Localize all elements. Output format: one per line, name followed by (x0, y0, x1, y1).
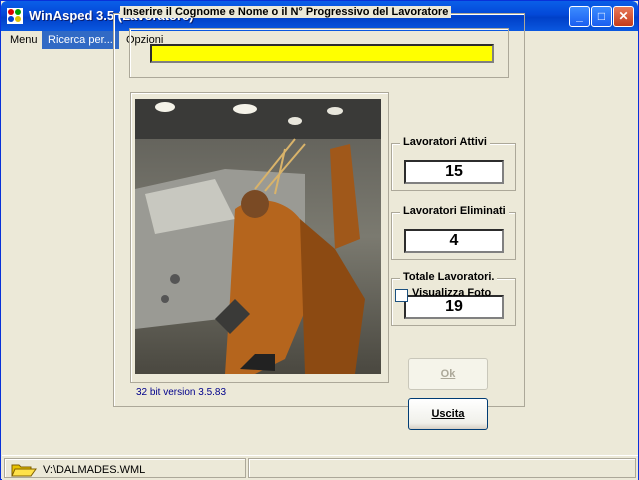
show-photo-checkbox[interactable] (395, 289, 408, 302)
show-photo-label[interactable]: Visualizza Foto (412, 287, 491, 299)
active-workers-label: Lavoratori Attivi (400, 136, 490, 148)
active-workers-value: 15 (404, 160, 504, 184)
total-workers-label: Totale Lavoratori. (400, 271, 498, 283)
minimize-icon: _ (576, 9, 583, 23)
maximize-icon: □ (597, 9, 606, 23)
exit-button[interactable]: Uscita (408, 398, 488, 430)
search-group-label: Inserire il Cognome e Nome o il N° Progr… (120, 6, 452, 18)
status-bar: V:\DALMADES.WML (2, 456, 638, 480)
close-icon: ✕ (618, 9, 629, 23)
ok-button[interactable]: Ok (408, 358, 488, 390)
menu-item-menu[interactable]: Menu (4, 31, 44, 49)
version-label: 32 bit version 3.5.83 (136, 387, 227, 398)
deleted-workers-value: 4 (404, 229, 504, 253)
total-workers-group: Totale Lavoratori. 19 (391, 271, 516, 326)
search-input[interactable] (150, 44, 494, 63)
app-window: WinAsped 3.5 (Lavoratore) _ □ ✕ Menu Ric… (0, 0, 639, 480)
maximize-button[interactable]: □ (591, 6, 612, 27)
deleted-workers-group: Lavoratori Eliminati 4 (391, 205, 516, 260)
status-pane-empty (248, 458, 636, 478)
menu-item-ricerca[interactable]: Ricerca per... (42, 31, 119, 49)
app-icon[interactable] (7, 8, 23, 24)
active-workers-group: Lavoratori Attivi 15 (391, 136, 516, 191)
status-path: V:\DALMADES.WML (43, 464, 146, 476)
deleted-workers-label: Lavoratori Eliminati (400, 205, 509, 217)
folder-open-icon (11, 464, 37, 477)
close-button[interactable]: ✕ (613, 6, 634, 27)
factory-worker-image (135, 99, 381, 374)
minimize-button[interactable]: _ (569, 6, 590, 27)
status-pane-path: V:\DALMADES.WML (4, 458, 246, 478)
worker-photo (135, 99, 381, 374)
